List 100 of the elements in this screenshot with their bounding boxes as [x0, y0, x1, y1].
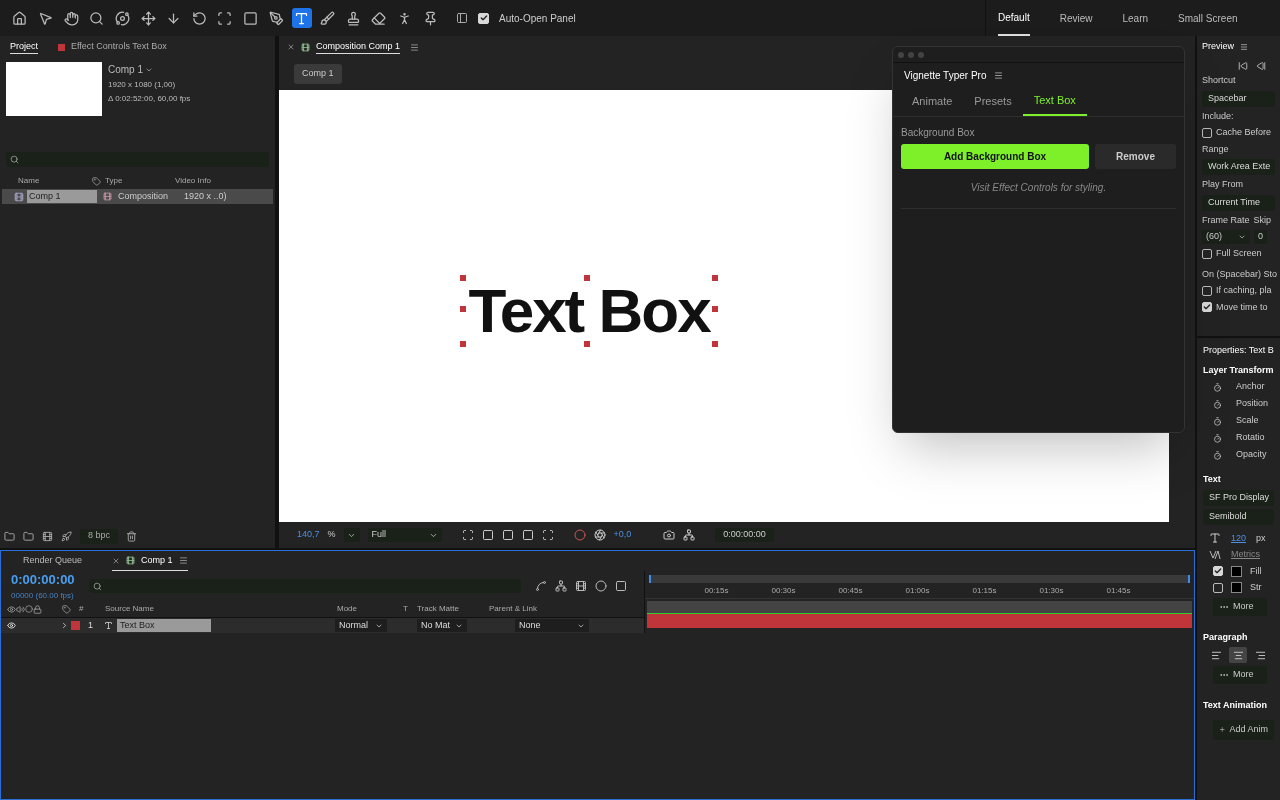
stopwatch-icon[interactable] [1213, 416, 1222, 426]
breadcrumb[interactable]: Comp 1 [294, 64, 342, 84]
lock-icon[interactable] [33, 604, 42, 614]
checkbox[interactable] [1202, 302, 1212, 313]
workspace-tab[interactable]: Review [1059, 0, 1093, 36]
bit-depth-button[interactable]: 8 bpc [80, 528, 119, 544]
selection-handle[interactable] [460, 275, 467, 281]
frame-rate-dropdown[interactable]: (60) [1202, 230, 1250, 244]
close-icon[interactable] [287, 43, 295, 51]
search-icon [89, 10, 105, 26]
selection-handle[interactable] [460, 341, 467, 347]
panel-tab[interactable]: Composition Comp 1 [316, 39, 401, 55]
plugin-tab[interactable]: Text Box [1022, 87, 1087, 116]
panel-tab[interactable]: Effect Controls Text Box [58, 40, 167, 54]
layer-name: Text Box [117, 618, 211, 633]
stopwatch-icon[interactable] [1213, 433, 1222, 443]
shortcut-dropdown[interactable]: Spacebar [1202, 90, 1275, 107]
search-icon [10, 155, 19, 164]
composition-icon [126, 556, 136, 565]
add-animator-button[interactable]: Add Anim [1213, 719, 1274, 740]
menu-icon[interactable] [1240, 43, 1248, 51]
label-color-swatch[interactable] [71, 621, 80, 630]
camera-icon[interactable] [663, 529, 676, 541]
selection-handle[interactable] [711, 275, 718, 281]
font-dropdown[interactable]: SF Pro Display [1203, 489, 1274, 506]
checkbox[interactable] [1202, 248, 1212, 259]
stroke-swatch[interactable] [1231, 582, 1242, 594]
menu-icon[interactable] [994, 70, 1004, 80]
stopwatch-icon[interactable] [1213, 382, 1222, 392]
checkbox[interactable] [1213, 566, 1223, 577]
fill-swatch[interactable] [1231, 565, 1242, 577]
panel-tab[interactable]: Project [10, 39, 38, 55]
remove-button[interactable]: Remove [1095, 144, 1176, 169]
resolution-dropdown[interactable]: Full [367, 528, 442, 542]
close-icon[interactable] [112, 556, 121, 565]
plugin-tab[interactable]: Animate [901, 87, 964, 116]
skip-field[interactable]: 0 [1254, 230, 1267, 244]
timecode-field[interactable]: 0:00:00:00 [715, 528, 774, 542]
font-style-dropdown[interactable]: Semibold [1203, 508, 1274, 525]
checkbox[interactable] [1202, 285, 1212, 296]
track-matte-dropdown[interactable]: No Mat [417, 619, 467, 632]
panel-icon[interactable] [456, 12, 468, 24]
layer-bar[interactable] [647, 613, 1192, 628]
pin-icon [422, 10, 438, 26]
first-frame-icon[interactable] [1238, 61, 1248, 71]
selection-handle[interactable] [711, 305, 718, 312]
column-header: Mode [337, 603, 358, 615]
eye-icon[interactable] [7, 604, 16, 614]
align-right-icon [1254, 649, 1266, 661]
more-button[interactable]: More [1213, 597, 1267, 616]
folder-icon[interactable] [4, 530, 15, 542]
previous-frame-icon[interactable] [1256, 61, 1266, 71]
column-header: Source Name [105, 603, 155, 615]
search-field[interactable] [88, 579, 521, 593]
column-header: Type [105, 175, 124, 187]
visibility-icon[interactable] [7, 621, 16, 630]
plugin-tab[interactable]: Presets [963, 87, 1023, 116]
text-tool[interactable] [292, 8, 312, 28]
panel-title: Preview [1202, 40, 1234, 54]
selection-handle[interactable] [584, 341, 590, 347]
mode-dropdown[interactable]: Normal [335, 619, 387, 632]
checkbox[interactable] [1202, 127, 1212, 138]
panel-tab[interactable]: Render Queue [23, 551, 83, 571]
more-button[interactable]: More [1213, 666, 1267, 684]
font-size-icon [1209, 532, 1221, 545]
workspace-tab[interactable]: Learn [1122, 0, 1149, 36]
expand-icon[interactable] [60, 621, 69, 630]
parent-dropdown[interactable]: None [515, 619, 589, 632]
text-layer-icon [104, 621, 113, 630]
layer-row[interactable]: 1 Text Box Normal No Mat None [1, 618, 644, 633]
menu-icon[interactable] [178, 556, 188, 565]
selection-handle[interactable] [460, 305, 467, 312]
rocket-icon[interactable] [61, 530, 72, 542]
range-dropdown[interactable]: Work Area Exte [1202, 159, 1275, 175]
exposure-value: +0,0 [613, 528, 632, 542]
trash-icon[interactable] [126, 530, 138, 542]
composition-icon[interactable] [42, 530, 53, 542]
folder-icon[interactable] [23, 530, 34, 542]
selection-handle[interactable] [584, 275, 590, 281]
selection-handle[interactable] [711, 341, 718, 347]
property-name: Anchor [1236, 380, 1265, 394]
project-row[interactable]: Comp 1 Composition 1920 x ..0) [2, 189, 273, 204]
comp-detail: Δ 0:02:52:00, 60,00 fps [108, 93, 191, 105]
panel-tab[interactable]: Comp 1 [112, 551, 188, 571]
checkbox[interactable] [1213, 582, 1223, 593]
stopwatch-icon[interactable] [1213, 399, 1222, 409]
item-type: Composition [118, 189, 170, 203]
workspace-tab[interactable]: Small Screen [1178, 0, 1238, 36]
ruler-label: 01:00s [904, 584, 931, 597]
play-from-dropdown[interactable]: Current Time [1202, 194, 1275, 211]
home-icon [12, 10, 28, 26]
graph-icon[interactable] [534, 580, 547, 592]
menu-icon[interactable] [410, 42, 420, 52]
align-button[interactable] [1229, 647, 1247, 663]
tag-icon [92, 176, 101, 186]
stopwatch-icon[interactable] [1213, 450, 1222, 460]
checkbox[interactable] [478, 12, 489, 24]
panel-title: Properties: Text B [1203, 344, 1274, 357]
search-field[interactable] [6, 152, 269, 167]
add-background-box-button[interactable]: Add Background Box [901, 144, 1089, 169]
